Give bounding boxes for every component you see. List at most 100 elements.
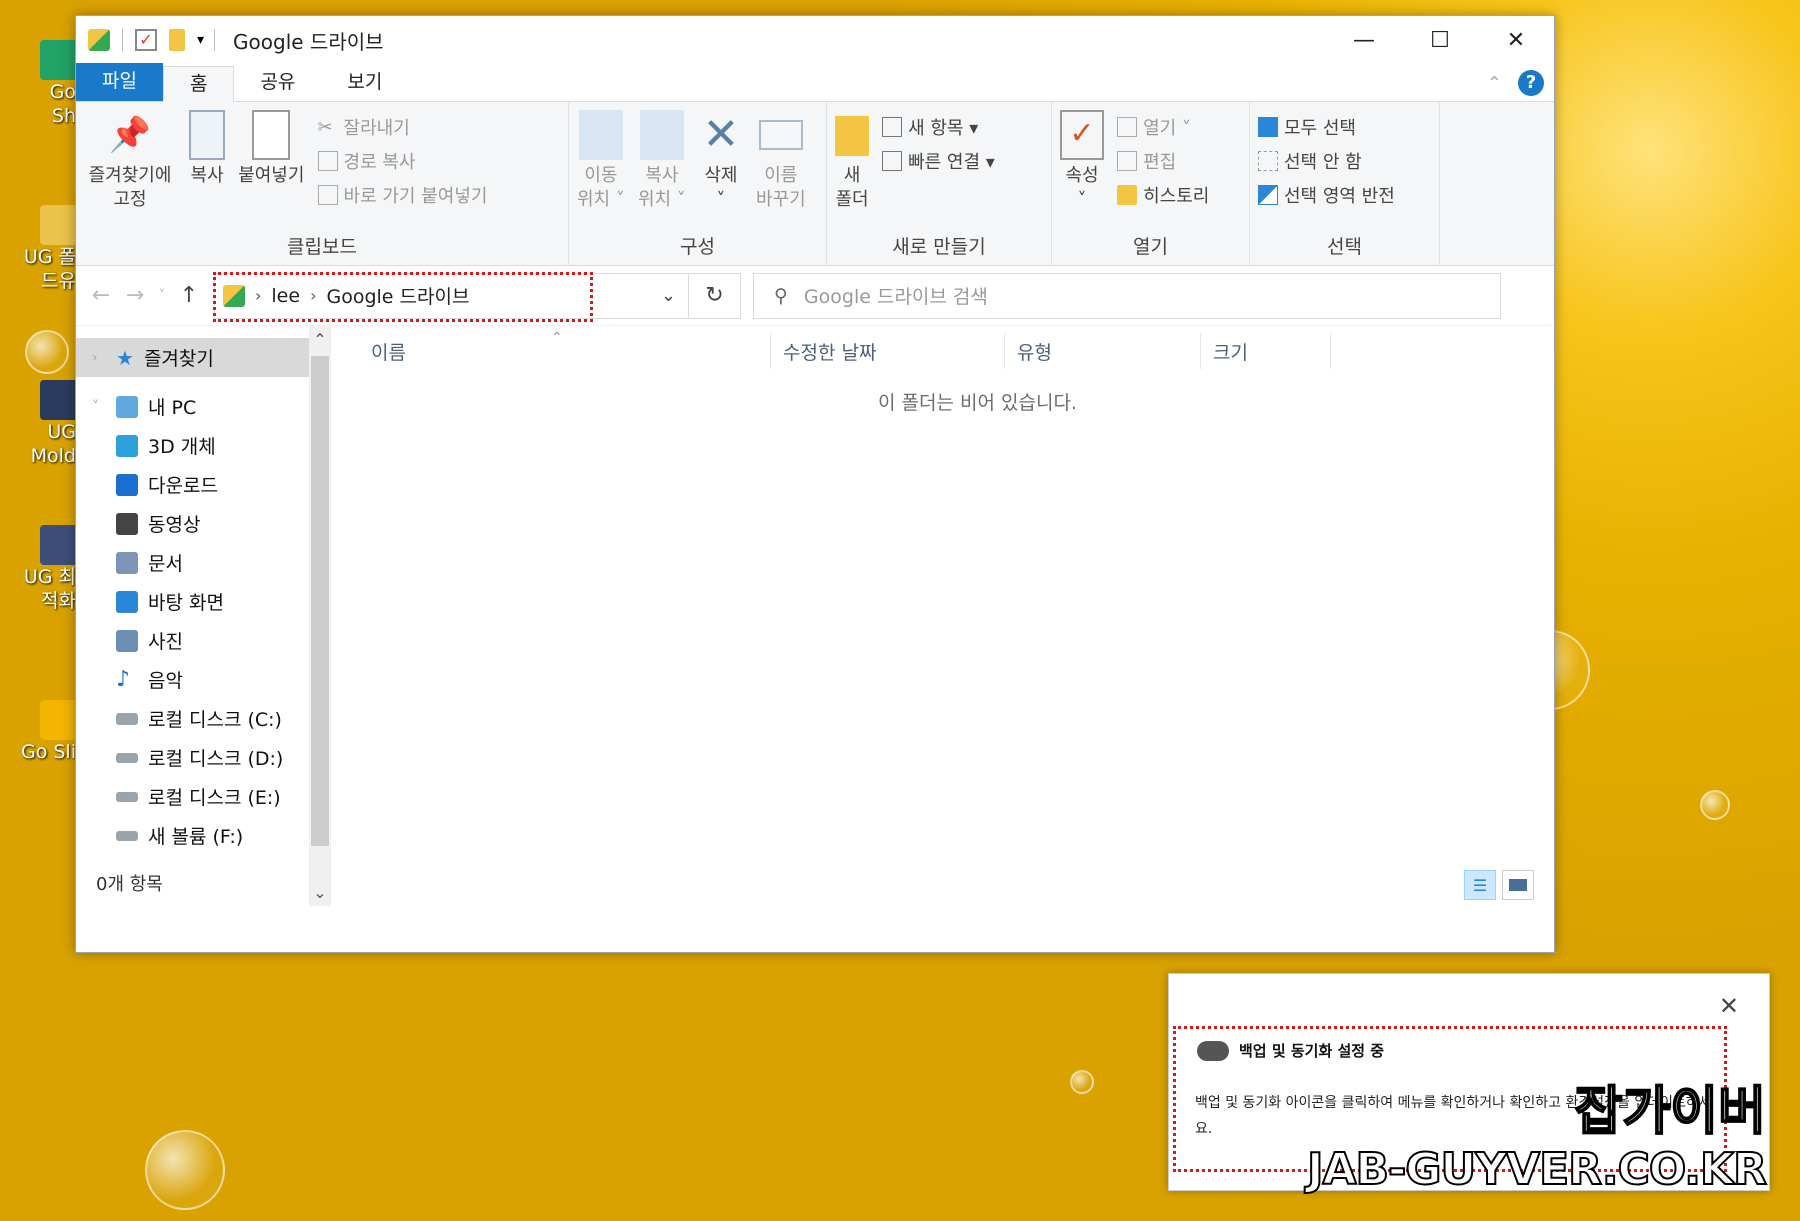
- refresh-button[interactable]: ↻: [689, 272, 741, 319]
- close-button[interactable]: ✕: [1478, 16, 1554, 64]
- easy-access-icon: [882, 151, 903, 171]
- select-group-label: 선택: [1327, 236, 1362, 258]
- delete-x-icon: ✕: [702, 109, 740, 160]
- nav-item-drive-d[interactable]: 로컬 디스크 (D:): [76, 738, 331, 777]
- nav-item-desktop[interactable]: 바탕 화면: [76, 582, 331, 621]
- new-item-button[interactable]: 새 항목 ▾: [882, 114, 995, 140]
- nav-scrollbar[interactable]: ⌃ ⌄: [309, 326, 331, 906]
- tab-view[interactable]: 보기: [321, 65, 408, 101]
- nav-item-this-pc[interactable]: ˅ 내 PC: [76, 387, 331, 426]
- scroll-up-icon[interactable]: ⌃: [309, 330, 331, 349]
- new-folder-button[interactable]: 새 폴더: [835, 110, 869, 212]
- desktop-shortcut[interactable]: Go Sli: [20, 700, 80, 764]
- select-none-label: 선택 안 함: [1284, 152, 1362, 173]
- pin-to-quick-access-button[interactable]: 📌 즐겨찾기에 고정: [84, 110, 176, 212]
- paste-label: 붙여넣기: [238, 165, 305, 186]
- desktop-shortcut[interactable]: UG Mold: [20, 380, 80, 468]
- tab-share[interactable]: 공유: [234, 65, 321, 101]
- file-list: ⌃ 이름 수정한 날짜 유형 크기 이 폴더는 비어 있습니다.: [331, 326, 1554, 906]
- paste-shortcut-button[interactable]: 바로 가기 붙여넣기: [317, 182, 487, 208]
- nav-item-videos[interactable]: 동영상: [76, 504, 331, 543]
- invert-selection-button[interactable]: 선택 영역 반전: [1258, 182, 1395, 208]
- new-folder-icon[interactable]: [169, 29, 185, 51]
- address-dropdown-icon[interactable]: ⌄: [661, 285, 676, 306]
- nav-item-documents[interactable]: 문서: [76, 543, 331, 582]
- desktop-shortcut[interactable]: UG 최적화: [20, 525, 80, 613]
- forward-arrow-icon[interactable]: →: [118, 283, 152, 308]
- column-type[interactable]: 유형: [1005, 333, 1201, 369]
- copy-to-icon: [639, 110, 684, 160]
- nav-item-drive-f[interactable]: 새 볼륨 (F:): [76, 816, 331, 855]
- delete-button[interactable]: ✕ 삭제 ˅: [699, 110, 743, 212]
- nav-item-label: 바탕 화면: [148, 592, 224, 614]
- nav-this-pc-label: 내 PC: [148, 397, 197, 419]
- move-to-button[interactable]: 이동 위치 ˅: [577, 110, 625, 212]
- history-icon: [1117, 185, 1138, 205]
- music-icon: ♪: [116, 667, 131, 692]
- details-view-button[interactable]: ☰: [1464, 870, 1496, 900]
- nav-item-label: 사진: [148, 631, 183, 653]
- history-button[interactable]: 히스토리: [1117, 182, 1209, 208]
- nav-item-label: 로컬 디스크 (D:): [148, 748, 284, 770]
- new-item-icon: [882, 117, 903, 137]
- copy-path-icon: [317, 151, 338, 171]
- cut-button[interactable]: ✂ 잘라내기: [318, 114, 488, 140]
- properties-button[interactable]: ✓ 속성 ˅: [1060, 110, 1104, 212]
- nav-item-3d-objects[interactable]: 3D 개체: [76, 426, 331, 465]
- desktop-shortcut[interactable]: Go Sh: [20, 40, 80, 128]
- recent-locations-chevron-icon[interactable]: ˅: [152, 288, 172, 304]
- up-arrow-icon[interactable]: ↑: [172, 283, 206, 308]
- select-none-icon: [1258, 151, 1278, 171]
- copy-to-button[interactable]: 복사 위치 ˅: [638, 110, 686, 212]
- notification-close-icon[interactable]: ✕: [1719, 992, 1739, 1020]
- watermark-url: JAB-GUYVER.CO.KR: [1306, 1143, 1768, 1196]
- tab-home[interactable]: 홈: [162, 66, 235, 102]
- ribbon-controls: ⌃ ?: [1487, 70, 1544, 96]
- desktop-bubble: [1700, 790, 1730, 820]
- search-input[interactable]: ⚲ Google 드라이브 검색: [753, 272, 1501, 319]
- select-all-button[interactable]: 모두 선택: [1258, 114, 1395, 140]
- ribbon-tabs: 파일 홈 공유 보기 ⌃ ?: [76, 63, 1554, 102]
- column-size[interactable]: 크기: [1201, 333, 1331, 369]
- copy-path-label: 경로 복사: [343, 152, 416, 173]
- nav-item-pictures[interactable]: 사진: [76, 621, 331, 660]
- open-group-label: 열기: [1133, 236, 1168, 258]
- collapse-ribbon-icon[interactable]: ⌃: [1487, 73, 1502, 94]
- pin-label: 즐겨찾기에 고정: [88, 165, 172, 210]
- move-to-icon: [578, 110, 623, 160]
- copy-button[interactable]: 복사: [189, 110, 226, 188]
- scrollbar-thumb[interactable]: [311, 356, 329, 846]
- select-none-button[interactable]: 선택 안 함: [1258, 148, 1395, 174]
- nav-item-drive-c[interactable]: 로컬 디스크 (C:): [76, 699, 331, 738]
- copy-path-button[interactable]: 경로 복사: [317, 148, 488, 174]
- collapse-chevron-icon[interactable]: ˅: [92, 399, 106, 415]
- clipboard-small-actions: ✂ 잘라내기 경로 복사 바로 가기 붙여넣기: [317, 110, 488, 208]
- address-bar[interactable]: › lee › Google 드라이브 ⌄: [213, 271, 689, 322]
- invert-selection-icon: [1258, 185, 1278, 205]
- new-group-label: 새로 만들기: [892, 236, 986, 258]
- easy-access-button[interactable]: 빠른 연결 ▾: [882, 148, 995, 174]
- back-arrow-icon[interactable]: ←: [84, 283, 118, 308]
- help-icon[interactable]: ?: [1518, 70, 1544, 96]
- tab-file[interactable]: 파일: [76, 63, 163, 101]
- properties-checkmark-icon[interactable]: ✓: [135, 29, 157, 51]
- edit-label: 편집: [1143, 152, 1177, 173]
- open-button[interactable]: 열기 ˅: [1117, 114, 1209, 140]
- column-date-modified[interactable]: 수정한 날짜: [771, 333, 1005, 369]
- large-icons-view-button[interactable]: [1502, 870, 1534, 900]
- nav-item-drive-e[interactable]: 로컬 디스크 (E:): [76, 777, 331, 816]
- edit-button[interactable]: 편집: [1117, 148, 1209, 174]
- maximize-button[interactable]: ☐: [1402, 16, 1478, 64]
- nav-item-music[interactable]: ♪ 음악: [76, 660, 331, 699]
- expand-chevron-icon[interactable]: ›: [92, 350, 106, 366]
- paste-button[interactable]: 붙여넣기: [238, 110, 304, 188]
- rename-button[interactable]: 이름 바꾸기: [756, 110, 806, 212]
- quick-access-dropdown-icon[interactable]: ▾: [197, 32, 204, 48]
- nav-item-downloads[interactable]: 다운로드: [76, 465, 331, 504]
- desktop-shortcut[interactable]: UG 폴드유: [20, 205, 80, 293]
- nav-item-favorites[interactable]: › ★ 즐겨찾기: [76, 338, 331, 377]
- minimize-button[interactable]: —: [1326, 16, 1402, 64]
- properties-check-icon: ✓: [1060, 110, 1104, 160]
- view-switcher: ☰: [1464, 870, 1534, 900]
- organize-group-label: 구성: [680, 236, 715, 258]
